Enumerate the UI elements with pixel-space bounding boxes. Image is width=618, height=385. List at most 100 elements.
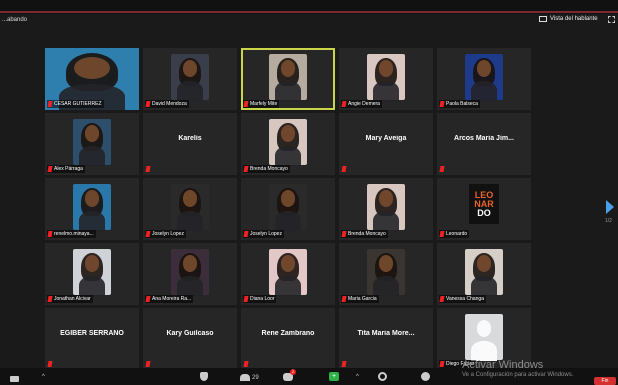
participant-tile[interactable]: Tita Maria More... — [339, 308, 433, 370]
participant-name: Diana Loor — [250, 296, 275, 302]
participant-name-label: Maria Garcia — [341, 295, 379, 303]
participant-video — [367, 249, 405, 297]
participant-name-label: CESAR GUTIERREZ — [47, 100, 104, 108]
reactions-icon[interactable] — [421, 372, 430, 381]
participant-tile[interactable]: Alex Párraga — [45, 113, 139, 175]
participant-video — [171, 184, 209, 232]
participant-name-label: Angie Demera — [341, 100, 382, 108]
participant-name: renelmo.minaya... — [54, 231, 94, 237]
participant-display-name: Kary Guilcaso — [166, 330, 214, 337]
participant-tile[interactable]: Maria Garcia — [339, 243, 433, 305]
participant-display-name: Karelis — [178, 135, 202, 142]
participant-display-name: Tita Maria More... — [357, 330, 415, 337]
participant-name: Leonardo — [446, 231, 468, 237]
participant-video — [171, 54, 209, 102]
participant-tile[interactable]: David Mendoza — [143, 48, 237, 110]
participant-tile[interactable]: Diana Loor — [241, 243, 335, 305]
participant-name-label — [145, 165, 154, 173]
participant-tile[interactable]: Ana Moreira Ra... — [143, 243, 237, 305]
participant-name: Joselyn Lopez — [152, 231, 184, 237]
participant-tile[interactable]: CESAR GUTIERREZ — [45, 48, 139, 110]
participant-name-label — [341, 165, 350, 173]
muted-mic-icon — [145, 361, 151, 367]
muted-mic-icon — [341, 361, 347, 367]
participant-tile[interactable]: Paola Balseca — [437, 48, 531, 110]
participant-tile[interactable]: Brenda Moncayo — [339, 178, 433, 240]
participant-name-label: David Mendoza — [145, 100, 189, 108]
muted-mic-icon — [47, 361, 53, 367]
participant-tile[interactable]: LEO NAR DO Leonardo — [437, 178, 531, 240]
participant-name-label: Vanessa Changa — [439, 295, 486, 303]
muted-mic-icon — [341, 166, 347, 172]
chevron-up-icon[interactable]: ^ — [356, 374, 359, 380]
participant-tile[interactable]: Jonathan Alcivar — [45, 243, 139, 305]
participant-name: Ana Moreira Ra... — [152, 296, 192, 302]
participant-tile[interactable]: Angie Demera — [339, 48, 433, 110]
participant-tile[interactable]: Kary Guilcaso — [143, 308, 237, 370]
muted-mic-icon — [243, 231, 249, 237]
participant-display-name: EGIBER SERRANO — [60, 330, 124, 337]
speaker-view-label: Vista del hablante — [550, 16, 598, 22]
participant-tile[interactable]: Vanessa Changa — [437, 243, 531, 305]
muted-mic-icon — [243, 361, 249, 367]
muted-mic-icon — [145, 101, 151, 107]
end-meeting-button[interactable]: Fin — [594, 377, 616, 385]
share-screen-icon[interactable]: + — [329, 372, 339, 381]
participant-name-label: Joselyn Lopez — [243, 230, 284, 238]
muted-mic-icon — [439, 101, 445, 107]
participant-video — [269, 54, 307, 102]
participant-video — [171, 249, 209, 297]
participant-tile[interactable]: Marfely Mite — [241, 48, 335, 110]
participant-name: Maria Garcia — [348, 296, 377, 302]
participant-name-label: Marfely Mite — [243, 100, 280, 108]
windows-activation-watermark: Activar Windows Ve a Configuración para … — [462, 359, 573, 378]
participant-video — [367, 54, 405, 102]
participant-tile[interactable]: EGIBER SERRANO — [45, 308, 139, 370]
participant-tile[interactable]: Joselyn Lopez — [241, 178, 335, 240]
fullscreen-icon[interactable] — [608, 16, 615, 23]
muted-mic-icon — [243, 166, 249, 172]
participant-name: Angie Demera — [348, 101, 380, 107]
participant-name-label: renelmo.minaya... — [47, 230, 96, 238]
participant-tile[interactable]: Brenda Moncayo — [241, 113, 335, 175]
chat-button[interactable]: 2 — [283, 369, 296, 381]
participant-name: Marfely Mite — [250, 101, 278, 107]
participant-name: Joselyn Lopez — [250, 231, 282, 237]
muted-mic-icon — [47, 101, 53, 107]
participant-tile[interactable]: Karelis — [143, 113, 237, 175]
participant-name-label — [145, 360, 154, 368]
chevron-up-icon[interactable]: ^ — [42, 374, 45, 380]
status-text: ...abando — [2, 17, 28, 23]
participant-video — [73, 119, 111, 167]
participant-name: Vanessa Changa — [446, 296, 484, 302]
participants-button[interactable]: 29 — [240, 374, 259, 381]
people-icon — [240, 374, 250, 381]
participant-name: Jonathan Alcivar — [54, 296, 91, 302]
participant-name: CESAR GUTIERREZ — [54, 101, 102, 107]
record-icon[interactable] — [378, 372, 387, 381]
recording-border — [0, 11, 618, 13]
participant-tile[interactable]: Mary Aveiga — [339, 113, 433, 175]
camera-icon[interactable] — [10, 376, 19, 382]
participant-name-label: Brenda Moncayo — [243, 165, 290, 173]
muted-mic-icon — [341, 101, 347, 107]
grid-view-icon — [539, 16, 547, 22]
chat-badge: 2 — [290, 369, 296, 375]
muted-mic-icon — [439, 296, 445, 302]
page-indicator: 1/2 — [605, 218, 612, 224]
muted-mic-icon — [47, 296, 53, 302]
participant-display-name: Mary Aveiga — [365, 135, 407, 142]
participant-name-label — [341, 360, 350, 368]
activation-subtitle: Ve a Configuración para activar Windows. — [462, 372, 574, 378]
participant-name: Paola Balseca — [446, 101, 478, 107]
participant-tile[interactable]: Arcos Maria Jim... — [437, 113, 531, 175]
speaker-view-button[interactable]: Vista del hablante — [539, 16, 598, 22]
participant-name-label: Leonardo — [439, 230, 470, 238]
participant-name-label: Alex Párraga — [47, 165, 85, 173]
muted-mic-icon — [145, 296, 151, 302]
next-page-arrow-icon[interactable] — [606, 200, 614, 214]
participant-tile[interactable]: renelmo.minaya... — [45, 178, 139, 240]
shield-icon[interactable] — [200, 372, 208, 381]
participant-tile[interactable]: Joselyn Lopez — [143, 178, 237, 240]
participant-tile[interactable]: Rene Zambrano — [241, 308, 335, 370]
